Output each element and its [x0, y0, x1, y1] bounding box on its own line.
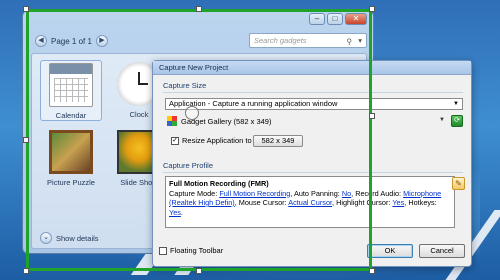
highlight-cursor-label: , Highlight Cursor: [332, 198, 391, 207]
divider [163, 92, 463, 93]
dialog-title: Capture New Project [153, 61, 471, 75]
capture-mode-select[interactable]: Application - Capture a running applicat… [165, 98, 463, 110]
profile-title: Full Motion Recording (FMR) [169, 179, 269, 188]
divider [163, 172, 463, 173]
auto-panning-link[interactable]: No [342, 189, 351, 198]
show-details-toggle[interactable]: ⌄ Show details [40, 232, 99, 244]
capture-target-select[interactable]: Gadget Gallery (582 x 349) ▼ ⟳ [167, 115, 463, 129]
auto-panning-label: , Auto Panning: [290, 188, 340, 198]
window-controls: – □ ✕ [309, 13, 367, 25]
record-audio-label: , Record Audio: [351, 188, 402, 198]
capture-profile-label: Capture Profile [163, 161, 214, 170]
maximize-button[interactable]: □ [327, 13, 343, 25]
next-page-button[interactable]: ▶ [95, 35, 108, 47]
gadget-label: Calendar [55, 111, 87, 120]
cancel-button[interactable]: Cancel [419, 244, 465, 258]
gadget-label: Picture Puzzle [47, 178, 95, 187]
resize-application-row: ✓ Resize Application to [171, 136, 252, 145]
show-details-label: Show details [56, 233, 99, 243]
refresh-button[interactable]: ⟳ [451, 115, 463, 127]
resize-application-checkbox[interactable]: ✓ [171, 136, 179, 145]
gadget-picture-puzzle[interactable]: Picture Puzzle [40, 130, 102, 187]
floating-toolbar-row: Floating Toolbar [159, 246, 223, 255]
capture-handle-top[interactable] [196, 6, 202, 12]
window-titlebar[interactable]: – □ ✕ [23, 11, 373, 31]
floating-toolbar-label: Floating Toolbar [170, 246, 224, 255]
gadget-window-icon [167, 116, 177, 126]
gallery-toolbar: ◀ Page 1 of 1 ▶ Search gadgets ⚲ ▾ [29, 33, 367, 49]
capture-handle-bottom-right[interactable] [369, 268, 375, 274]
capture-handle-top-left[interactable] [23, 6, 29, 12]
capture-handle-bottom[interactable] [196, 268, 202, 274]
resize-application-label: Resize Application to [182, 136, 252, 145]
gadget-calendar[interactable]: Calendar [40, 60, 102, 121]
chevron-down-icon: ▼ [439, 117, 445, 123]
capture-handle-bottom-left[interactable] [23, 268, 29, 274]
ok-button[interactable]: OK [367, 244, 413, 258]
resize-size-button[interactable]: 582 x 349 [253, 135, 303, 147]
page-label: Page 1 of 1 [51, 36, 92, 46]
capture-profile-summary: Full Motion Recording (FMR) Capture Mode… [165, 176, 455, 228]
search-icon[interactable]: ⚲ [347, 35, 353, 48]
capture-crosshair-icon [185, 106, 199, 120]
mouse-cursor-link[interactable]: Actual Cursor [288, 198, 332, 207]
chevron-down-icon[interactable]: ▾ [358, 34, 362, 47]
hotkeys-label: , Hotkeys: [404, 198, 437, 207]
picture-puzzle-icon [49, 130, 93, 174]
capture-mode-label: Capture Mode: [169, 188, 218, 198]
floating-toolbar-checkbox[interactable] [159, 246, 167, 255]
capture-handle-top-right[interactable] [369, 6, 375, 12]
pager: ◀ Page 1 of 1 ▶ [35, 35, 108, 47]
capture-handle-right[interactable] [369, 113, 375, 119]
chevron-down-icon: ⌄ [40, 232, 52, 244]
search-placeholder: Search gadgets [254, 36, 307, 45]
capture-handle-left[interactable] [23, 137, 29, 143]
capture-new-project-dialog: Capture New Project Capture Size Applica… [152, 60, 472, 267]
profile-end: . [180, 207, 183, 217]
calendar-icon [49, 63, 93, 107]
mouse-cursor-label: , Mouse Cursor: [234, 198, 287, 207]
search-gadgets-input[interactable]: Search gadgets ⚲ ▾ [249, 33, 367, 48]
highlight-cursor-link[interactable]: Yes [392, 198, 404, 207]
profile-details: Capture Mode: Full Motion Recording, Aut… [169, 189, 451, 218]
capture-mode-link[interactable]: Full Motion Recording [219, 189, 290, 198]
edit-profile-button[interactable]: ✎ [452, 177, 465, 190]
hotkeys-link[interactable]: Yes [169, 208, 181, 217]
previous-page-button[interactable]: ◀ [35, 35, 47, 47]
close-button[interactable]: ✕ [345, 13, 367, 25]
capture-size-label: Capture Size [163, 81, 207, 90]
chevron-down-icon: ▼ [453, 101, 459, 107]
minimize-button[interactable]: – [309, 13, 325, 25]
